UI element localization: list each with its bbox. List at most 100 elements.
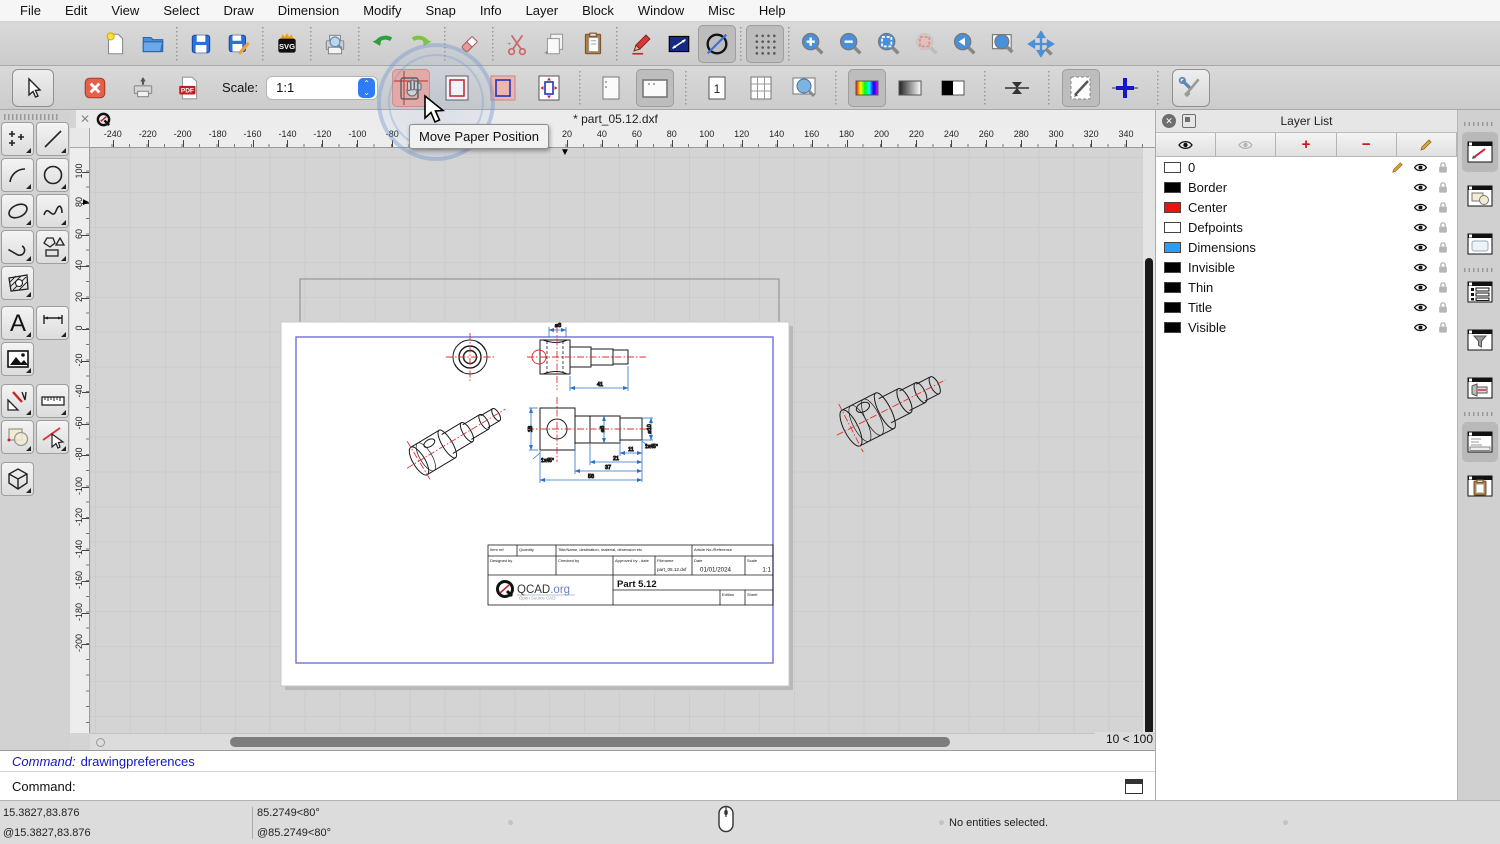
drawing-preferences-button[interactable]: [1062, 69, 1100, 107]
cut-button[interactable]: +: [498, 25, 536, 63]
layer-visible-icon[interactable]: [1413, 282, 1428, 293]
zoom-out-button[interactable]: [832, 25, 870, 63]
developer-tools-button[interactable]: [1172, 69, 1210, 107]
solid-tool-button[interactable]: [1, 462, 34, 496]
paper-margins-button[interactable]: [484, 69, 522, 107]
panel-close-icon[interactable]: ✕: [1162, 114, 1176, 128]
draw-pencil-button[interactable]: [622, 25, 660, 63]
edit-layer-button[interactable]: [1397, 133, 1457, 156]
open-file-button[interactable]: [134, 25, 172, 63]
layer-row[interactable]: Thin: [1156, 277, 1457, 297]
spline-tool-button[interactable]: [36, 194, 69, 228]
selection-tool-button[interactable]: [36, 420, 69, 454]
point-tool-button[interactable]: [1, 122, 34, 156]
hatch-tool-button[interactable]: [1, 266, 34, 300]
image-tool-button[interactable]: [1, 342, 34, 376]
landscape-button[interactable]: [636, 69, 674, 107]
zoom-in-button[interactable]: [794, 25, 832, 63]
grayscale-button[interactable]: [891, 69, 929, 107]
panel-dock-icon[interactable]: [1182, 114, 1196, 128]
menu-info[interactable]: Info: [468, 0, 514, 22]
layer-visible-icon[interactable]: [1413, 322, 1428, 333]
hairline-width-button[interactable]: [998, 69, 1036, 107]
modify-tool-button[interactable]: [1, 384, 34, 418]
layer-lock-icon[interactable]: [1437, 161, 1449, 174]
new-file-button[interactable]: [96, 25, 134, 63]
menu-help[interactable]: Help: [747, 0, 798, 22]
hscroll-thumb[interactable]: [230, 737, 950, 747]
command-panel-toggle-icon[interactable]: [1125, 779, 1143, 794]
layer-lock-icon[interactable]: [1437, 301, 1449, 314]
circle-tool-button[interactable]: [36, 158, 69, 192]
auto-zoom-button[interactable]: [870, 25, 908, 63]
layer-row[interactable]: Title: [1156, 297, 1457, 317]
viewports-panel-button[interactable]: [1465, 230, 1495, 258]
show-all-layers-button[interactable]: [1156, 133, 1216, 156]
add-layer-button[interactable]: +: [1276, 133, 1336, 156]
paste-button[interactable]: [574, 25, 612, 63]
layer-lock-icon[interactable]: [1437, 261, 1449, 274]
save-button[interactable]: [182, 25, 220, 63]
line-tool-button[interactable]: [36, 122, 69, 156]
print-preview-button[interactable]: [316, 25, 354, 63]
undo-button[interactable]: [364, 25, 402, 63]
layer-lock-icon[interactable]: [1437, 201, 1449, 214]
layer-visible-icon[interactable]: [1413, 262, 1428, 273]
layer-lock-icon[interactable]: [1437, 221, 1449, 234]
palette-drag-handle[interactable]: [4, 114, 60, 120]
ellipse-tool-button[interactable]: [1, 194, 34, 228]
horizontal-scrollbar[interactable]: [90, 733, 1155, 751]
menu-modify[interactable]: Modify: [351, 0, 413, 22]
line-box-button[interactable]: [660, 25, 698, 63]
copy-button[interactable]: +: [536, 25, 574, 63]
block-tool-button[interactable]: [1, 420, 34, 454]
pan-zoom-button[interactable]: [1022, 25, 1060, 63]
layer-visible-icon[interactable]: [1413, 302, 1428, 313]
command-line-panel-button[interactable]: [1462, 422, 1498, 462]
menu-layer[interactable]: Layer: [514, 0, 571, 22]
drawing-canvas[interactable]: ⌀8 41: [90, 148, 1143, 733]
layer-lock-icon[interactable]: [1437, 241, 1449, 254]
shape-tool-button[interactable]: [36, 230, 69, 264]
layer-visible-icon[interactable]: [1413, 202, 1428, 213]
dimension-tool-button[interactable]: [36, 306, 69, 340]
zoom-selection-button[interactable]: [908, 25, 946, 63]
remove-layer-button[interactable]: −: [1337, 133, 1397, 156]
layer-lock-icon[interactable]: [1437, 321, 1449, 334]
layer-row[interactable]: Invisible: [1156, 257, 1457, 277]
property-editor-panel-button[interactable]: [1462, 132, 1498, 172]
layer-visible-icon[interactable]: [1413, 242, 1428, 253]
grid-toggle-button[interactable]: [746, 25, 784, 63]
full-color-button[interactable]: [848, 69, 886, 107]
paper-borders-button[interactable]: [438, 69, 476, 107]
single-page-button[interactable]: 1: [698, 69, 736, 107]
print-button[interactable]: [124, 69, 162, 107]
menu-dimension[interactable]: Dimension: [266, 0, 351, 22]
menu-snap[interactable]: Snap: [414, 0, 468, 22]
menu-view[interactable]: View: [99, 0, 151, 22]
menu-window[interactable]: Window: [626, 0, 696, 22]
layer-row[interactable]: Dimensions: [1156, 237, 1457, 257]
paper-fit-button[interactable]: [530, 69, 568, 107]
layer-lock-icon[interactable]: [1437, 181, 1449, 194]
pointer-tool-button[interactable]: [12, 69, 54, 107]
vscroll-thumb[interactable]: [1145, 258, 1153, 735]
layer-row[interactable]: Center: [1156, 197, 1457, 217]
layer-lock-icon[interactable]: [1437, 281, 1449, 294]
measure-tool-button[interactable]: [36, 384, 69, 418]
layer-visible-icon[interactable]: [1413, 182, 1428, 193]
menu-draw[interactable]: Draw: [211, 0, 265, 22]
menu-select[interactable]: Select: [151, 0, 211, 22]
layer-row[interactable]: Border: [1156, 177, 1457, 197]
layer-row[interactable]: 0: [1156, 157, 1457, 177]
arc-tool-button[interactable]: [1, 158, 34, 192]
layer-row[interactable]: Defpoints: [1156, 217, 1457, 237]
block-list-panel-button[interactable]: [1465, 182, 1495, 210]
text-tool-button[interactable]: A: [1, 306, 34, 340]
previous-view-button[interactable]: [946, 25, 984, 63]
redo-button[interactable]: [402, 25, 440, 63]
multi-page-button[interactable]: [742, 69, 780, 107]
projection-panel-button[interactable]: [1465, 374, 1495, 402]
circle-slash-button[interactable]: [698, 25, 736, 63]
command-input[interactable]: [82, 775, 1125, 797]
